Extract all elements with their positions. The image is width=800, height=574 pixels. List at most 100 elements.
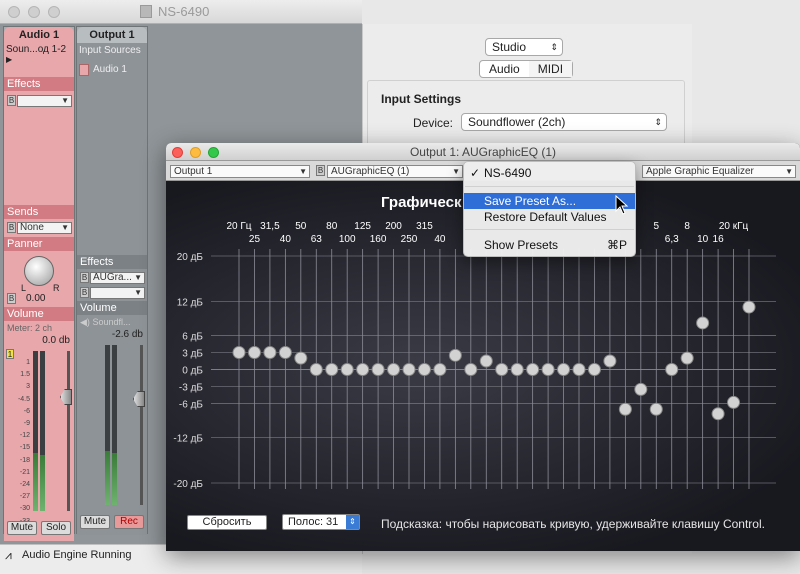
band-slider-handle[interactable] [402, 363, 416, 376]
level-meter-left [105, 345, 110, 505]
band-slider-handle[interactable] [417, 363, 431, 376]
device-set-select[interactable]: Studio ⇕ [485, 38, 563, 56]
level-meter-right [112, 345, 117, 505]
plugin-bypass-button[interactable]: B [316, 165, 325, 176]
zoom-button[interactable] [48, 6, 60, 18]
freq-label: 25 [249, 234, 261, 245]
band-slider-handle[interactable] [356, 363, 370, 376]
channel-name[interactable]: Output 1 [77, 27, 147, 43]
band-slider-handle[interactable] [479, 354, 493, 368]
band-slider-handle[interactable] [464, 363, 478, 376]
db-label: -6 дБ [179, 400, 204, 411]
band-slider-handle[interactable] [618, 402, 632, 416]
bypass-button[interactable]: B [7, 95, 16, 106]
sends-label: Sends [4, 205, 74, 219]
band-slider-handle[interactable] [634, 382, 648, 396]
band-slider-handle[interactable] [696, 316, 710, 330]
chevron-updown-icon: ⇕ [550, 42, 558, 52]
volume-fader-handle[interactable] [60, 389, 72, 405]
solo-button[interactable]: Solo [41, 521, 71, 535]
panner-label: Panner [4, 237, 74, 251]
menu-item-restore-defaults[interactable]: Restore Default Values [464, 209, 635, 225]
sends-bypass-button[interactable]: B [7, 222, 16, 233]
band-slider-handle[interactable] [340, 363, 354, 376]
tab-midi[interactable]: MIDI [528, 61, 573, 77]
section-title: Input Settings [381, 92, 461, 106]
mute-button[interactable]: Mute [80, 515, 110, 529]
band-slider-handle[interactable] [278, 345, 292, 359]
menu-item-save-preset[interactable]: Save Preset As... [464, 193, 635, 209]
band-slider-handle[interactable] [603, 354, 617, 368]
band-slider-handle[interactable] [541, 363, 555, 376]
bands-select[interactable]: Полос: 31 ⇕ [282, 514, 360, 530]
zoom-button[interactable] [208, 147, 219, 158]
effect2-bypass-button[interactable]: B [80, 287, 89, 298]
effects-label: Effects [77, 255, 147, 269]
db-label: 12 дБ [177, 297, 204, 308]
input-source-item[interactable]: Audio 1 [79, 61, 143, 79]
volume-label: Volume [77, 301, 147, 315]
meter-scale: 1 1.5 3 -4.5 -6 -9 -12 -15 -18 -21 -24 -27 -30… [17, 359, 30, 525]
effect-slot-2-select[interactable]: ▼ [90, 287, 145, 299]
panner-bypass-button[interactable]: B [7, 293, 16, 304]
volume-fader-track[interactable] [67, 351, 70, 511]
band-slider-handle[interactable] [572, 363, 586, 376]
band-slider-handle[interactable] [325, 363, 339, 376]
meter-label: Meter: 2 ch [7, 323, 53, 333]
band-slider-handle[interactable] [232, 345, 246, 359]
menu-item-show-presets[interactable]: Show Presets ⌘P [464, 237, 635, 253]
chevron-updown-icon: ⇕ [654, 117, 662, 127]
band-slider-handle[interactable] [727, 395, 741, 409]
mute-button[interactable]: Mute [7, 521, 37, 535]
source-label: ◀) Soundfl... [80, 317, 131, 327]
band-slider-handle[interactable] [387, 363, 401, 376]
band-slider-handle[interactable] [433, 363, 447, 376]
band-slider-handle[interactable] [448, 348, 462, 362]
band-slider-handle[interactable] [680, 351, 694, 365]
band-slider-handle[interactable] [711, 407, 725, 421]
input-source[interactable]: Soun...од 1-2 ▶ [4, 43, 74, 77]
close-button[interactable] [172, 147, 183, 158]
volume-fader-handle[interactable] [133, 391, 145, 407]
band-slider-handle[interactable] [510, 363, 524, 376]
channel-name[interactable]: Audio 1 [4, 27, 74, 43]
effect-slot-select[interactable]: ▼ [17, 95, 72, 107]
band-slider-handle[interactable] [263, 345, 277, 359]
band-slider-handle[interactable] [587, 363, 601, 376]
band-slider-handle[interactable] [649, 402, 663, 416]
band-slider-handle[interactable] [495, 363, 509, 376]
tab-audio[interactable]: Audio [480, 61, 529, 77]
plugin-select[interactable]: AUGraphicEQ (1) ▼ [327, 165, 463, 178]
volume-fader-track[interactable] [140, 345, 143, 505]
output-select[interactable]: Output 1 ▼ [170, 165, 310, 178]
minimize-button[interactable] [190, 147, 201, 158]
close-button[interactable] [8, 6, 20, 18]
effect-slot-select[interactable]: AUGra... ▼ [90, 272, 145, 284]
volume-area: ◀) Soundfl... -2.6 db Mute Rec [77, 315, 147, 535]
disclosure-triangle-icon: ▶ [6, 55, 13, 64]
eq-title-bar: Output 1: AUGraphicEQ (1) [166, 143, 800, 161]
sends-area: B None ▼ [4, 219, 74, 237]
band-slider-handle[interactable] [371, 363, 385, 376]
band-slider-handle[interactable] [557, 363, 571, 376]
band-slider-handle[interactable] [665, 363, 679, 376]
reset-button[interactable]: Сбросить [187, 515, 267, 530]
sends-select[interactable]: None ▼ [17, 222, 72, 234]
checkmark-icon: ✓ [470, 166, 481, 180]
au-type-select[interactable]: Apple Graphic Equalizer ▼ [642, 165, 796, 178]
db-label: 20 дБ [177, 252, 204, 263]
level-meter-fill [105, 451, 110, 505]
band-slider-handle[interactable] [526, 363, 540, 376]
mixer-title-bar: NS-6490 [0, 0, 362, 24]
effect-bypass-button[interactable]: B [80, 272, 89, 283]
band-slider-handle[interactable] [742, 300, 756, 314]
input-device-select[interactable]: Soundflower (2ch) ⇕ [461, 113, 667, 131]
minimize-button[interactable] [28, 6, 40, 18]
record-button[interactable]: Rec [114, 515, 144, 529]
menu-item-ns-6490[interactable]: ✓ NS-6490 [464, 165, 635, 181]
input-sources-label: Input Sources [79, 45, 141, 56]
band-slider-handle[interactable] [247, 345, 261, 359]
band-slider-handle[interactable] [294, 351, 308, 365]
pan-knob[interactable] [24, 256, 54, 286]
band-slider-handle[interactable] [309, 363, 323, 376]
